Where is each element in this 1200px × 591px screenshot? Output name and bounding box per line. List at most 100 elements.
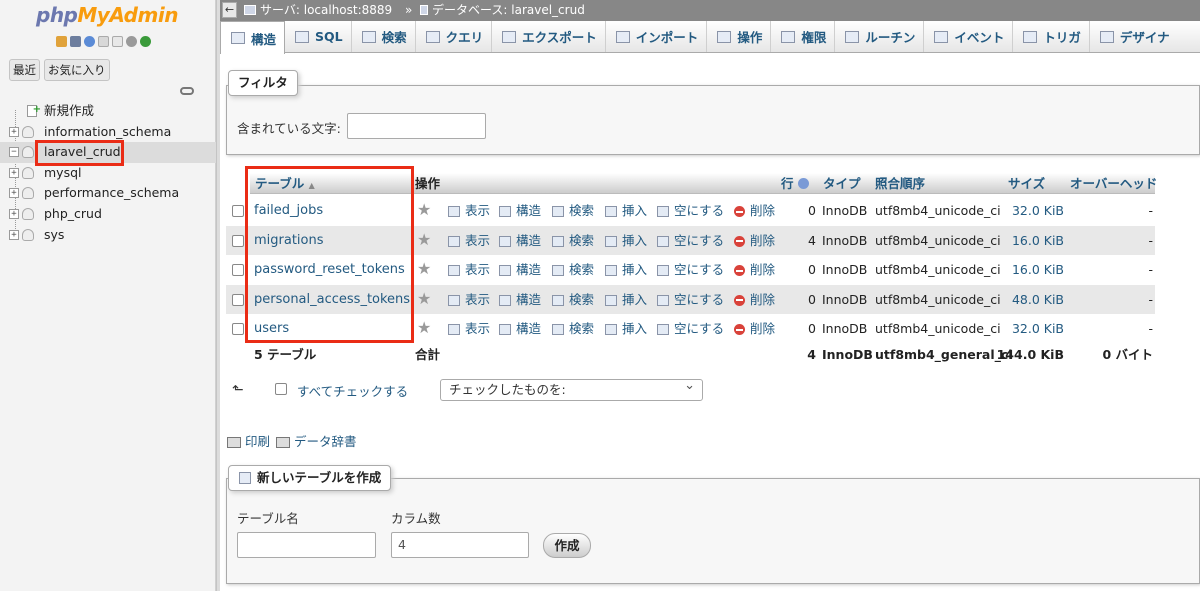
favorite-star-icon[interactable]: ★ <box>417 290 431 307</box>
reload-icon[interactable] <box>140 36 151 47</box>
insert-link[interactable]: 挿入 <box>605 255 647 284</box>
drop-link[interactable]: 削除 <box>734 196 775 225</box>
expand-icon[interactable]: + <box>9 188 19 199</box>
table-name-link[interactable]: failed_jobs <box>254 196 323 225</box>
empty-link[interactable]: 空にする <box>657 314 724 343</box>
structure-link[interactable]: 構造 <box>499 226 541 255</box>
search-link[interactable]: 検索 <box>552 226 594 255</box>
filter-input[interactable] <box>347 113 486 139</box>
drop-link[interactable]: 削除 <box>734 255 775 284</box>
check-all-label[interactable]: すべてチェックする <box>297 381 408 400</box>
expand-icon[interactable]: + <box>9 126 19 137</box>
empty-link[interactable]: 空にする <box>657 196 724 225</box>
table-size[interactable]: 32.0 KiB <box>996 314 1064 343</box>
tab-search[interactable]: 検索 <box>352 21 416 52</box>
column-header-rows[interactable]: 行 <box>781 173 809 194</box>
column-header-size[interactable]: サイズ <box>1008 173 1045 194</box>
help-icon[interactable] <box>84 36 95 47</box>
row-checkbox[interactable] <box>232 293 244 306</box>
logout-icon[interactable] <box>70 36 81 47</box>
tab-triggers[interactable]: トリガ <box>1013 21 1090 52</box>
tree-item-php-crud[interactable]: + php_crud <box>0 204 216 225</box>
table-name-input[interactable] <box>237 532 376 558</box>
column-header-collation[interactable]: 照合順序 <box>875 173 925 194</box>
row-checkbox[interactable] <box>232 323 244 335</box>
breadcrumb-database[interactable]: データベース: laravel_crud <box>420 0 585 21</box>
docs-icon[interactable] <box>112 36 123 47</box>
table-name-link[interactable]: users <box>254 314 289 343</box>
search-link[interactable]: 検索 <box>552 314 594 343</box>
column-header-table[interactable]: テーブル ▲ <box>255 173 315 196</box>
browse-link[interactable]: 表示 <box>448 314 490 343</box>
with-selected-dropdown[interactable]: チェックしたものを: <box>440 376 703 401</box>
table-name-link[interactable]: password_reset_tokens <box>254 255 405 284</box>
collapse-nav-button[interactable]: ← <box>222 2 237 18</box>
columns-input[interactable]: 4 <box>391 532 529 558</box>
home-icon[interactable] <box>56 36 67 47</box>
recent-button[interactable]: 最近 <box>9 59 40 81</box>
help-icon[interactable] <box>797 178 809 189</box>
row-checkbox[interactable] <box>232 205 244 217</box>
structure-link[interactable]: 構造 <box>499 255 541 284</box>
tab-events[interactable]: イベント <box>924 21 1014 52</box>
expand-icon[interactable]: + <box>9 229 19 240</box>
tab-import[interactable]: インポート <box>606 21 708 52</box>
drop-link[interactable]: 削除 <box>734 226 775 255</box>
browse-link[interactable]: 表示 <box>448 285 490 314</box>
tree-item-mysql[interactable]: + mysql <box>0 163 216 184</box>
favorite-star-icon[interactable]: ★ <box>417 231 431 248</box>
panel-resize-handle[interactable] <box>216 0 220 591</box>
favorite-star-icon[interactable]: ★ <box>417 261 431 277</box>
row-checkbox[interactable] <box>232 234 244 247</box>
expand-icon[interactable]: + <box>9 167 19 178</box>
structure-link[interactable]: 構造 <box>499 285 541 314</box>
drop-link[interactable]: 削除 <box>734 285 775 314</box>
insert-link[interactable]: 挿入 <box>605 285 647 314</box>
table-name-link[interactable]: personal_access_tokens <box>254 285 410 314</box>
table-size[interactable]: 16.0 KiB <box>996 226 1064 255</box>
drop-link[interactable]: 削除 <box>734 314 775 343</box>
insert-link[interactable]: 挿入 <box>605 226 647 255</box>
expand-icon[interactable]: + <box>9 208 19 219</box>
tab-export[interactable]: エクスポート <box>492 21 606 52</box>
favorites-button[interactable]: お気に入り <box>44 59 110 81</box>
tab-designer[interactable]: デザイナ <box>1090 21 1178 52</box>
column-header-overhead[interactable]: オーバーヘッド <box>1070 173 1157 194</box>
browse-link[interactable]: 表示 <box>448 196 490 225</box>
favorite-star-icon[interactable]: ★ <box>417 320 431 336</box>
table-size[interactable]: 48.0 KiB <box>996 285 1064 314</box>
structure-link[interactable]: 構造 <box>499 314 541 343</box>
empty-link[interactable]: 空にする <box>657 255 724 284</box>
search-link[interactable]: 検索 <box>552 255 594 284</box>
browse-link[interactable]: 表示 <box>448 255 490 284</box>
tree-item-sys[interactable]: + sys <box>0 225 216 246</box>
tab-sql[interactable]: SQL <box>285 21 352 52</box>
browse-link[interactable]: 表示 <box>448 226 490 255</box>
tab-privileges[interactable]: 権限 <box>771 21 836 52</box>
structure-link[interactable]: 構造 <box>499 196 541 225</box>
tab-operations[interactable]: 操作 <box>707 21 772 52</box>
empty-link[interactable]: 空にする <box>657 285 724 314</box>
empty-link[interactable]: 空にする <box>657 226 724 255</box>
breadcrumb-server[interactable]: サーバ: localhost:8889 <box>244 0 392 21</box>
tab-structure[interactable]: 構造 <box>220 21 286 54</box>
check-all-checkbox[interactable] <box>275 383 287 395</box>
search-link[interactable]: 検索 <box>552 285 594 314</box>
tree-item-information-schema[interactable]: + information_schema <box>0 122 216 143</box>
data-dictionary-link[interactable]: データ辞書 <box>276 431 357 450</box>
tab-routines[interactable]: ルーチン <box>835 21 925 52</box>
column-header-type[interactable]: タイプ <box>823 173 861 194</box>
create-button[interactable]: 作成 <box>543 533 591 558</box>
search-link[interactable]: 検索 <box>552 196 594 225</box>
documentation-icon[interactable] <box>98 36 109 47</box>
insert-link[interactable]: 挿入 <box>605 196 647 225</box>
table-size[interactable]: 16.0 KiB <box>996 255 1064 284</box>
favorite-star-icon[interactable]: ★ <box>417 202 431 218</box>
link-chain-icon[interactable] <box>180 87 194 95</box>
tab-query[interactable]: クエリ <box>416 21 493 52</box>
gear-icon[interactable] <box>126 36 137 47</box>
print-link[interactable]: 印刷 <box>227 431 270 450</box>
row-checkbox[interactable] <box>232 264 244 276</box>
insert-link[interactable]: 挿入 <box>605 314 647 343</box>
tree-item-performance-schema[interactable]: + performance_schema <box>0 183 216 204</box>
